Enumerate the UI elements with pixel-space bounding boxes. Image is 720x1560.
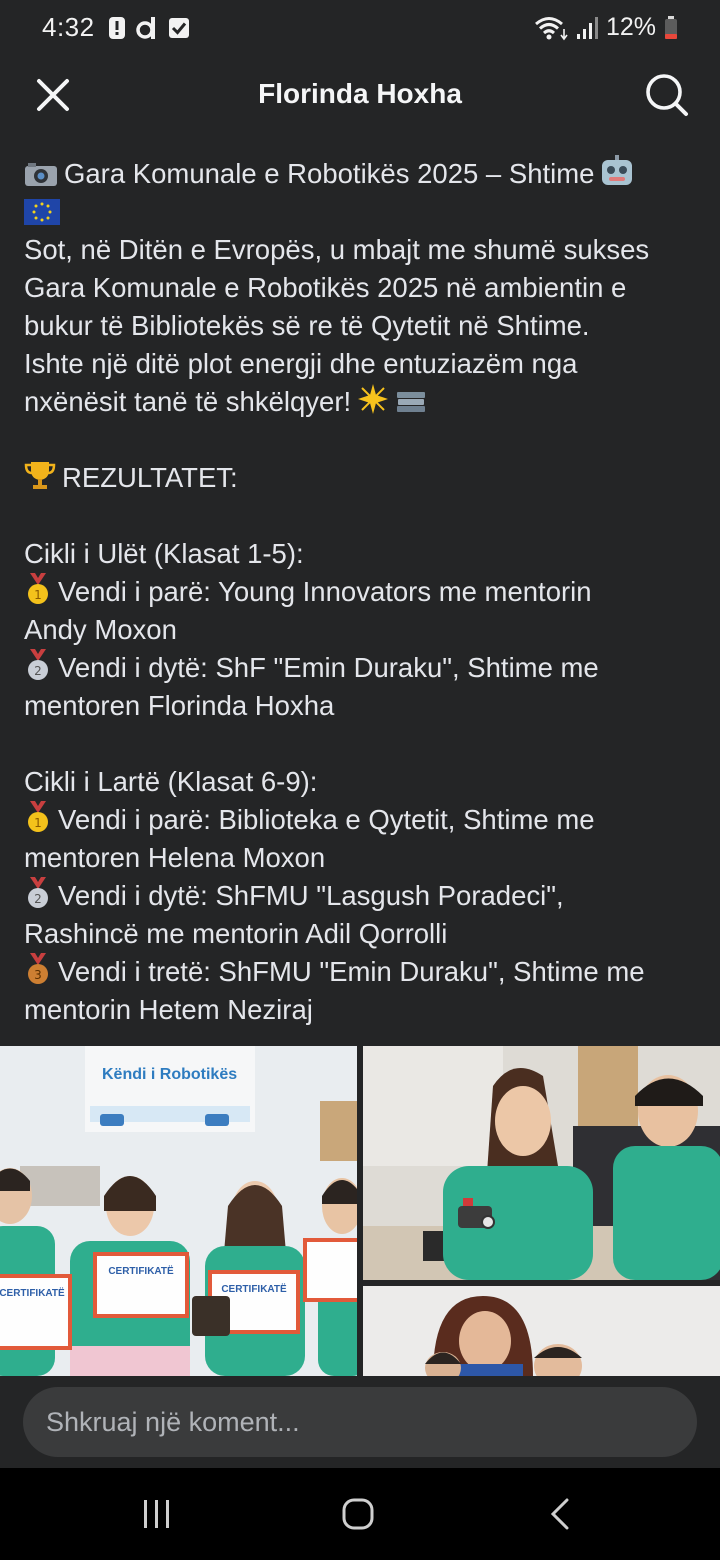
author-name: Florinda Hoxha (258, 78, 462, 109)
lower-second-place: 2 Vendi i dytë: ShF "Emin Duraku", Shtim… (24, 649, 704, 687)
photo-illustration: CERTIFIKATË CERTIFIKATË CERTIFIKATË (0, 1046, 357, 1376)
silver-medal-emoji: 2 (28, 649, 48, 680)
camera-emoji (25, 163, 57, 186)
screen: 4:32 12% Florinda Hoxha Gara Komunale e … (0, 0, 720, 1560)
photo-students-certificates[interactable]: CERTIFIKATË CERTIFIKATË CERTIFIKATË Kënd… (0, 1046, 357, 1376)
search-icon (646, 74, 688, 116)
gold-medal-emoji: 1 (28, 573, 48, 604)
svg-text:3: 3 (34, 968, 42, 982)
back-button[interactable] (530, 1490, 590, 1538)
post-line-1: Sot, në Ditën e Evropës, u mbajt me shum… (24, 234, 650, 265)
upper-cycle-heading: Cikli i Lartë (Klasat 6-9): (24, 766, 318, 797)
upper-third-place: 3 Vendi i tretë: ShFMU "Emin Duraku", Sh… (24, 953, 704, 991)
robot-emoji (602, 155, 633, 185)
photo-robot-building[interactable] (363, 1046, 720, 1280)
lower-first-cont: Andy Moxon (24, 614, 177, 645)
silver-medal-emoji: 2 (28, 877, 48, 908)
status-bar: 4:32 12% (0, 0, 720, 58)
lower-second-text: Vendi i dytë: ShF "Emin Duraku", Shtime … (58, 652, 599, 683)
eu-flag-line (24, 193, 704, 231)
home-button[interactable] (328, 1490, 388, 1538)
wifi-icon (534, 16, 568, 40)
certificate-label: CERTIFIKATË (108, 1264, 174, 1277)
battery-percent: 12% (605, 13, 656, 41)
svg-text:1: 1 (34, 816, 42, 830)
svg-text:2: 2 (34, 892, 42, 906)
status-time: 4:32 (42, 12, 95, 42)
results-heading: REZULTATET: (62, 462, 238, 493)
post-header: Florinda Hoxha (0, 58, 720, 136)
system-nav-bar (0, 1468, 720, 1560)
post-text: Gara Komunale e Robotikës 2025 – Shtime (24, 155, 704, 1029)
upper-first-text: Vendi i parë: Biblioteka e Qytetit, Shti… (58, 804, 595, 835)
post-line-2: Gara Komunale e Robotikës 2025 në ambien… (24, 272, 627, 303)
photo-illustration (363, 1286, 720, 1376)
recent-apps-button[interactable] (127, 1490, 187, 1538)
post-title: Gara Komunale e Robotikës 2025 – Shtime (64, 158, 595, 189)
search-button[interactable] (642, 70, 692, 120)
signal-icon (576, 16, 598, 39)
post-line-3: bukur të Bibliotekës së re të Qytetit në… (24, 310, 590, 341)
sparkle-emoji (358, 384, 389, 414)
eu-flag-emoji (24, 199, 60, 225)
home-icon (342, 1498, 374, 1530)
lower-first-text: Vendi i parë: Young Innovators me mentor… (58, 576, 592, 607)
photo-grid: CERTIFIKATË CERTIFIKATË CERTIFIKATË Kënd… (0, 1046, 720, 1376)
post-line-5-text: nxënësit tanë të shkëlqyer! (24, 386, 352, 417)
battery-icon (665, 15, 677, 39)
upper-third-cont: mentorin Hetem Neziraj (24, 994, 313, 1025)
comment-bar (0, 1376, 720, 1468)
bronze-medal-emoji: 3 (28, 953, 48, 984)
upper-second-cont: Rashincë me mentorin Adil Qorrolli (24, 918, 448, 949)
upper-second-text: Vendi i dytë: ShFMU "Lasgush Poradeci", (58, 880, 564, 911)
check-box-icon (169, 18, 189, 38)
notification-icons (108, 16, 190, 40)
results-heading-line: REZULTATET: (24, 459, 704, 497)
lower-first-place: 1 Vendi i parë: Young Innovators me ment… (24, 573, 704, 611)
certificate-label: CERTIFIKATË (221, 1282, 287, 1295)
status-right: 12% (534, 13, 678, 42)
back-icon (550, 1498, 569, 1530)
upper-third-text: Vendi i tretë: ShFMU "Emin Duraku", Shti… (58, 956, 645, 987)
svg-text:2: 2 (34, 664, 42, 678)
photo-banner-text: Këndi i Robotikës (102, 1066, 238, 1083)
upper-first-cont: mentoren Helena Moxon (24, 842, 326, 873)
upper-second-place: 2 Vendi i dytë: ShFMU "Lasgush Poradeci"… (24, 877, 704, 915)
d-app-icon (136, 17, 155, 39)
post-line-4: Ishte një ditë plot energji dhe entuziaz… (24, 348, 578, 379)
lower-second-cont: mentoren Florinda Hoxha (24, 690, 335, 721)
recent-apps-icon (144, 1500, 169, 1528)
svg-text:1: 1 (34, 588, 42, 602)
post-title-line: Gara Komunale e Robotikës 2025 – Shtime (24, 155, 704, 193)
photo-teacher[interactable] (363, 1286, 720, 1376)
alert-icon (109, 17, 125, 39)
trophy-emoji (24, 462, 56, 489)
post-line-5: nxënësit tanë të shkëlqyer! (24, 383, 704, 421)
lower-cycle-heading: Cikli i Ulët (Klasat 1-5): (24, 538, 304, 569)
comment-input[interactable] (23, 1387, 697, 1457)
upper-first-place: 1 Vendi i parë: Biblioteka e Qytetit, Sh… (24, 801, 704, 839)
books-emoji (397, 392, 426, 412)
photo-illustration (363, 1046, 720, 1280)
certificate-label: CERTIFIKATË (0, 1286, 65, 1299)
gold-medal-emoji: 1 (28, 801, 48, 832)
